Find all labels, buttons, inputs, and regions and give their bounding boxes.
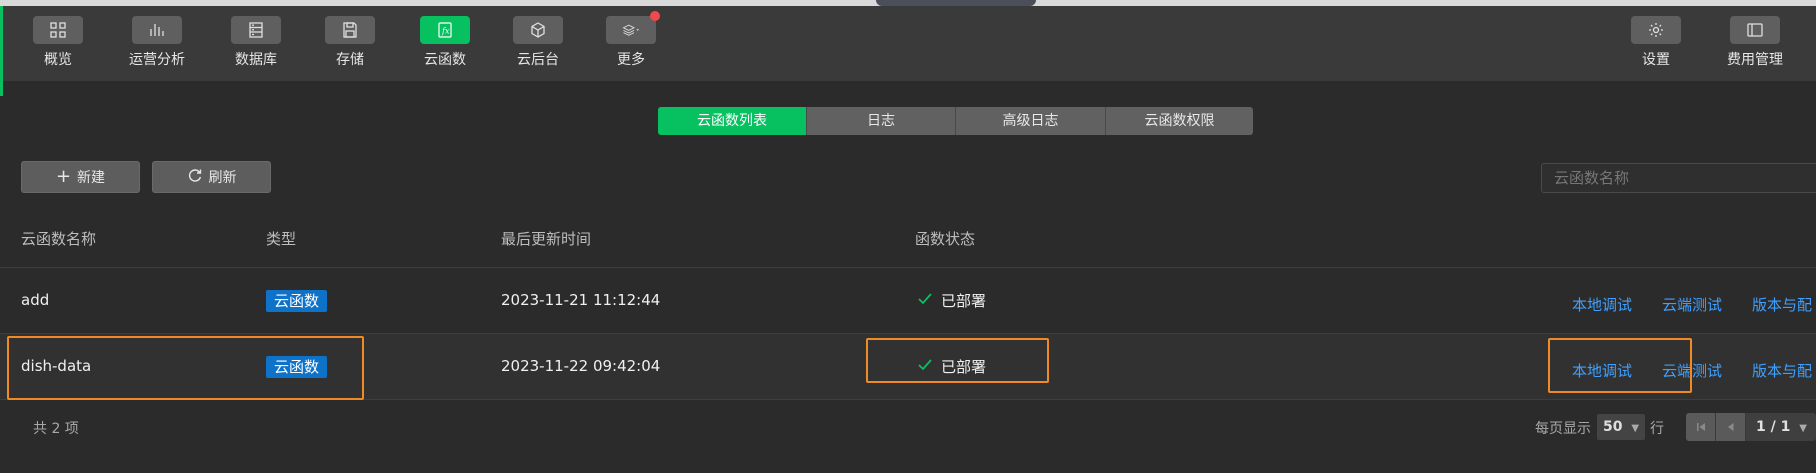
pagination: 1 / 1 ▼ xyxy=(1686,413,1816,441)
tab-function-list[interactable]: 云函数列表 xyxy=(658,107,807,135)
toolbar-label: 数据库 xyxy=(235,52,277,68)
function-name[interactable]: add xyxy=(21,291,49,309)
version-config-link[interactable]: 版本与配 xyxy=(1752,360,1812,381)
toolbar-database[interactable]: 数据库 xyxy=(211,16,301,69)
main-toolbar: 概览 运营分析 数据库 存储 fx 云函数 云后台 更多 设置 费用管理 xyxy=(0,6,1816,96)
caret-down-icon: ▼ xyxy=(1799,423,1807,434)
toolbar-settings[interactable]: 设置 xyxy=(1611,16,1701,69)
status-label: 已部署 xyxy=(941,292,987,310)
toolbar-label: 概览 xyxy=(44,52,72,68)
toolbar-label: 更多 xyxy=(617,52,645,68)
toolbar-cloud-functions[interactable]: fx 云函数 xyxy=(400,16,490,69)
new-button-label: 新建 xyxy=(77,170,106,186)
first-page-button[interactable] xyxy=(1686,413,1716,441)
plus-icon: + xyxy=(55,166,72,187)
toolbar-billing[interactable]: 费用管理 xyxy=(1710,16,1800,69)
prev-page-button[interactable] xyxy=(1716,413,1746,441)
refresh-icon xyxy=(187,167,203,187)
tab-bar: 云函数列表 日志 高级日志 云函数权限 xyxy=(658,107,1253,135)
column-header-status: 函数状态 xyxy=(915,230,976,248)
new-button[interactable]: + 新建 xyxy=(21,161,140,193)
refresh-button-label: 刷新 xyxy=(208,170,237,186)
first-page-icon xyxy=(1696,423,1705,431)
updated-time: 2023-11-21 11:12:44 xyxy=(501,291,661,309)
highlight-box-actions xyxy=(1548,338,1692,393)
check-icon xyxy=(917,292,933,310)
version-config-link[interactable]: 版本与配 xyxy=(1752,294,1812,315)
database-icon xyxy=(231,16,281,44)
toolbar-label: 设置 xyxy=(1642,52,1670,68)
accent-edge xyxy=(0,6,3,96)
highlight-box-status xyxy=(866,338,1049,383)
panel-icon xyxy=(1730,16,1780,44)
bar-chart-icon xyxy=(132,16,182,44)
function-search-input[interactable]: 云函数名称 xyxy=(1541,163,1816,193)
floppy-icon xyxy=(325,16,375,44)
per-page-select[interactable]: 50 ▼ xyxy=(1597,414,1645,440)
toolbar-storage[interactable]: 存储 xyxy=(305,16,395,69)
toolbar-cloud-backend[interactable]: 云后台 xyxy=(493,16,583,69)
cloud-test-link[interactable]: 云端测试 xyxy=(1662,294,1722,315)
notification-dot xyxy=(650,11,660,21)
updated-time: 2023-11-22 09:42:04 xyxy=(501,357,661,375)
table-row: add 云函数 2023-11-21 11:12:44 已部署 本地调试 云端测… xyxy=(0,268,1816,333)
toolbar-more[interactable]: 更多 xyxy=(586,11,676,69)
toolbar-label: 运营分析 xyxy=(129,52,185,68)
toolbar-overview[interactable]: 概览 xyxy=(13,16,103,69)
function-icon: fx xyxy=(420,16,470,44)
toolbar-analytics[interactable]: 运营分析 xyxy=(112,16,202,69)
page-indicator-text: 1 / 1 xyxy=(1756,419,1791,435)
toolbar-label: 云函数 xyxy=(424,52,466,68)
total-count: 共 2 项 xyxy=(33,421,79,437)
tab-logs[interactable]: 日志 xyxy=(807,107,956,135)
local-debug-link[interactable]: 本地调试 xyxy=(1572,294,1632,315)
deploy-status: 已部署 xyxy=(917,290,986,311)
svg-text:fx: fx xyxy=(441,27,450,36)
toolbar-label: 存储 xyxy=(336,52,364,68)
per-page-unit: 行 xyxy=(1650,421,1664,437)
gear-icon xyxy=(1631,16,1681,44)
column-header-updated: 最后更新时间 xyxy=(501,230,592,248)
toolbar-label: 费用管理 xyxy=(1727,52,1783,68)
type-badge: 云函数 xyxy=(266,290,328,312)
grid-icon xyxy=(33,16,83,44)
tab-advanced-logs[interactable]: 高级日志 xyxy=(956,107,1106,135)
page-indicator[interactable]: 1 / 1 ▼ xyxy=(1746,413,1816,441)
caret-down-icon: ▼ xyxy=(1631,423,1640,434)
highlight-box-name-type xyxy=(7,336,364,400)
toolbar-label: 云后台 xyxy=(517,52,559,68)
tab-function-permissions[interactable]: 云函数权限 xyxy=(1106,107,1253,135)
prev-page-icon xyxy=(1727,423,1733,431)
layers-icon xyxy=(606,11,660,44)
column-header-type: 类型 xyxy=(266,230,297,248)
per-page-label: 每页显示 xyxy=(1535,421,1591,437)
per-page-value: 50 xyxy=(1603,419,1623,435)
cube-icon xyxy=(513,16,563,44)
refresh-button[interactable]: 刷新 xyxy=(152,161,271,193)
column-header-name: 云函数名称 xyxy=(21,230,97,248)
